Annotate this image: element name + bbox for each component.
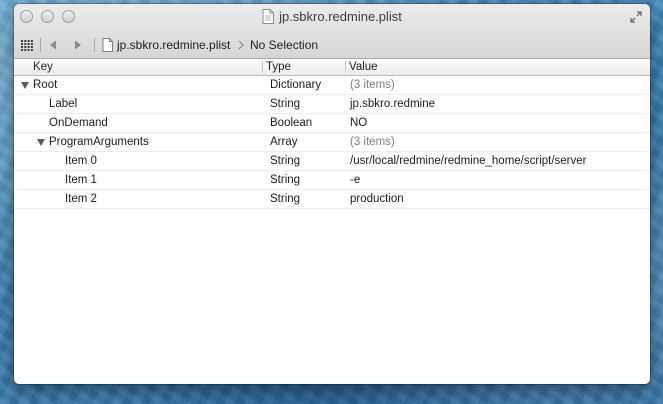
- row-value[interactable]: NO: [350, 114, 367, 132]
- row-value[interactable]: jp.sbkro.redmine: [350, 95, 435, 113]
- table-row[interactable]: OnDemand Boolean NO: [14, 114, 650, 133]
- disclosure-triangle-icon[interactable]: [21, 82, 29, 89]
- row-key: Item 2: [65, 193, 97, 205]
- row-key: Item 0: [65, 155, 97, 167]
- table-row[interactable]: Item 1 String -e: [14, 171, 650, 190]
- row-type[interactable]: Dictionary: [270, 76, 321, 94]
- back-arrow-icon[interactable]: [49, 34, 57, 56]
- row-value[interactable]: -e: [350, 171, 360, 189]
- window-title-text: jp.sbkro.redmine.plist: [279, 9, 402, 24]
- table-row[interactable]: Item 0 String/usr/local/redmine/redmine_h…: [14, 152, 650, 171]
- row-key: Root: [33, 79, 58, 91]
- row-type[interactable]: Boolean: [270, 114, 312, 132]
- row-key: OnDemand: [49, 117, 108, 129]
- forward-arrow-icon[interactable]: [74, 34, 82, 56]
- row-type[interactable]: Array: [270, 133, 297, 151]
- row-type[interactable]: String: [270, 95, 300, 113]
- nav-separator: [94, 38, 95, 52]
- row-type[interactable]: String: [270, 171, 300, 189]
- column-header-key[interactable]: Key: [33, 59, 53, 75]
- plist-table: Key Type Value Root Dictionary (3 items) La…: [14, 59, 650, 209]
- table-row[interactable]: Label String jp.sbkro.redmine: [14, 95, 650, 114]
- jump-bar: jp.sbkro.redmine.plist No Selection: [14, 34, 650, 56]
- disclosure-triangle-icon[interactable]: [37, 139, 45, 146]
- plist-editor-window: jp.sbkro.redmine.plist jp.sbkro.redmine.…: [14, 4, 650, 384]
- titlebar: jp.sbkro.redmine.plist jp.sbkro.redmine.…: [14, 4, 650, 59]
- row-type[interactable]: String: [270, 152, 300, 170]
- breadcrumb-selection-label: No Selection: [250, 38, 319, 52]
- row-key: Label: [49, 98, 78, 110]
- table-body: Root Dictionary (3 items) Label String jp.sbk…: [14, 76, 650, 209]
- column-header-type[interactable]: Type: [266, 59, 291, 75]
- related-items-grid-icon[interactable]: [21, 34, 33, 56]
- fullscreen-icon[interactable]: [630, 11, 642, 23]
- table-row[interactable]: Item 2 String production: [14, 190, 650, 209]
- row-key: ProgramArguments: [49, 136, 149, 148]
- column-header-value[interactable]: Value: [349, 59, 378, 75]
- row-key: Item 1: [65, 174, 97, 186]
- row-value[interactable]: production: [350, 190, 404, 208]
- table-row[interactable]: ProgramArguments Array (3 items): [14, 133, 650, 152]
- nav-separator: [40, 38, 41, 52]
- row-value[interactable]: /usr/local/redmine/redmine_home/script/s…: [350, 152, 586, 170]
- breadcrumb-file[interactable]: jp.sbkro.redmine.plist: [102, 34, 230, 56]
- row-type[interactable]: String: [270, 190, 300, 208]
- breadcrumb-chevron-icon: [238, 34, 244, 56]
- document-icon: [262, 9, 275, 24]
- table-row[interactable]: Root Dictionary (3 items): [14, 76, 650, 95]
- row-value[interactable]: (3 items): [350, 133, 395, 151]
- row-value[interactable]: (3 items): [350, 76, 395, 94]
- breadcrumb-selection[interactable]: No Selection: [250, 34, 318, 56]
- breadcrumb-file-label: jp.sbkro.redmine.plist: [117, 38, 231, 52]
- document-icon: [102, 38, 113, 52]
- column-divider[interactable]: [262, 61, 263, 73]
- column-divider[interactable]: [345, 61, 346, 73]
- table-header: Key Type Value: [14, 59, 650, 76]
- window-title: jp.sbkro.redmine.plist: [14, 8, 650, 26]
